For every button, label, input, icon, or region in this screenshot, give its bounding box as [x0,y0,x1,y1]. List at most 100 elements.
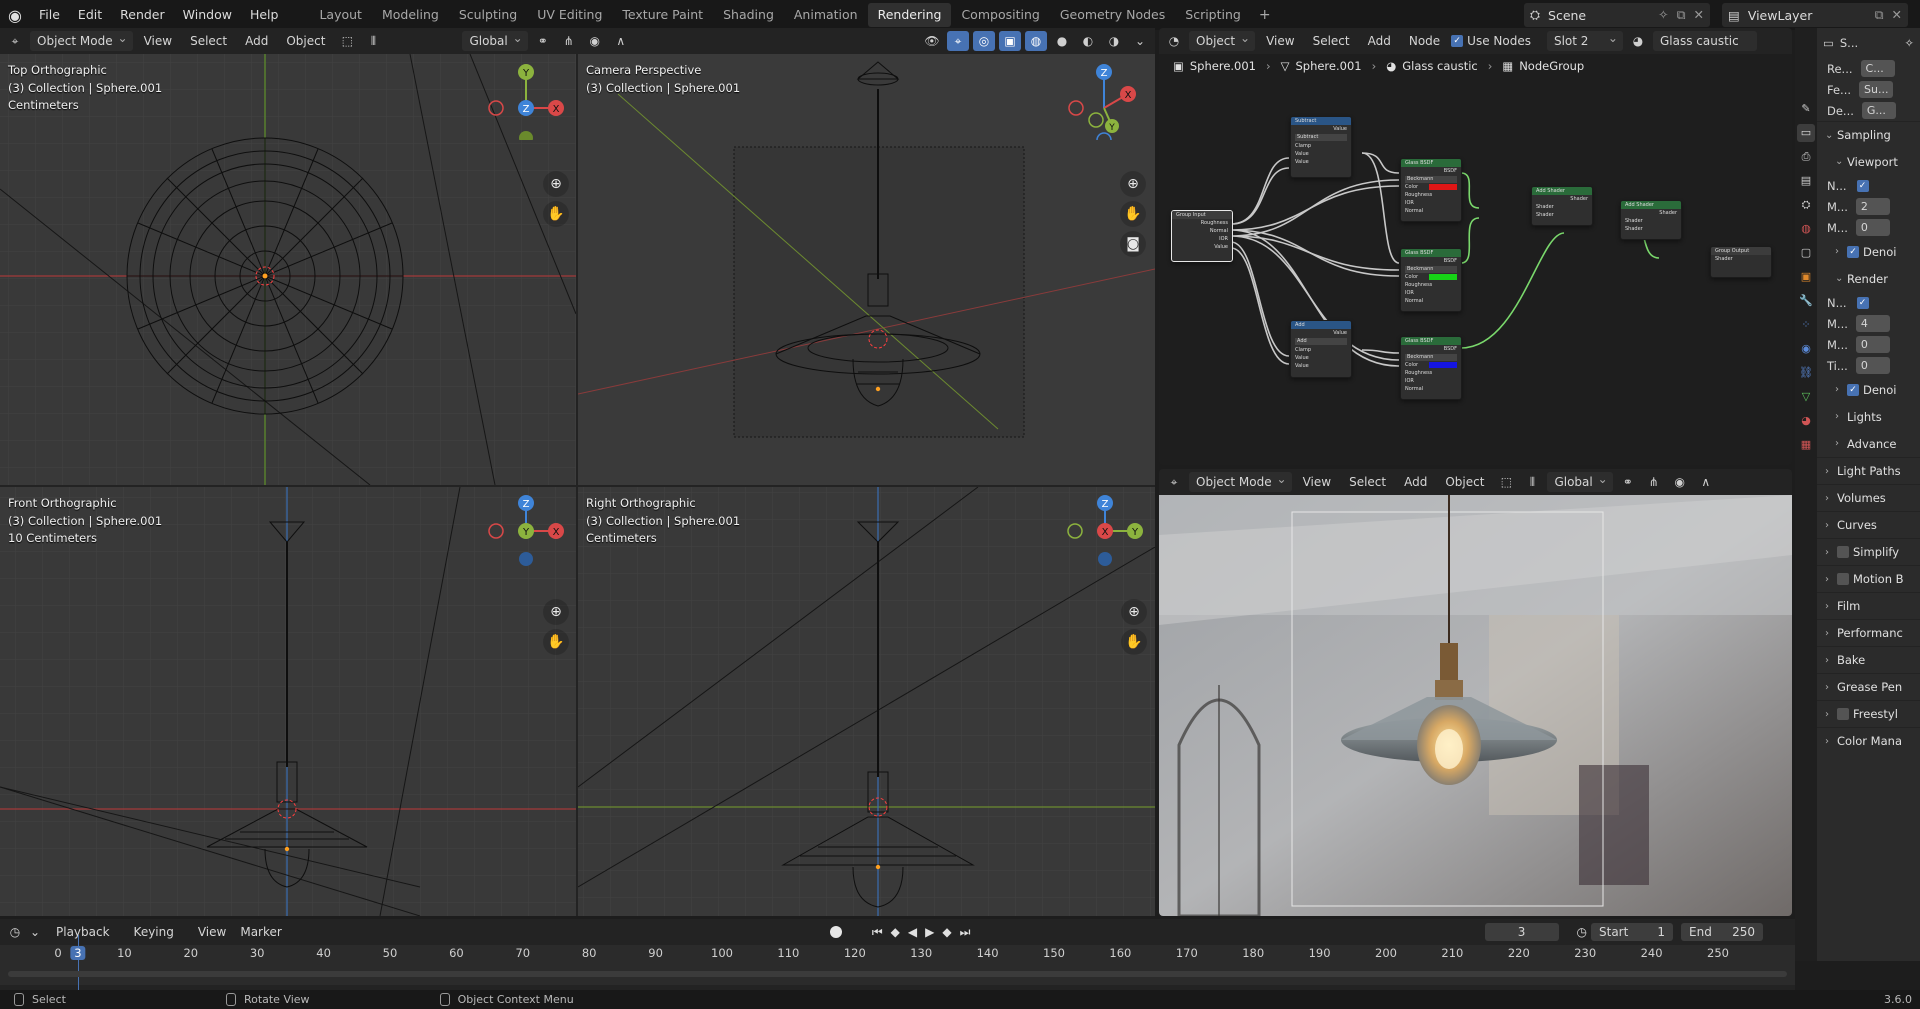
subpanel-denoise-render[interactable]: › ✓ Denoi [1817,376,1920,403]
freestyle-checkbox[interactable] [1837,708,1849,720]
pan-hand-icon[interactable]: ✋ [1120,201,1146,227]
menu-keying[interactable]: Keying [134,925,194,939]
navigation-gizmo[interactable]: Z Y X [1065,491,1145,571]
menu-object[interactable]: Object [1438,472,1491,492]
zoom-icon[interactable]: ⊕ [543,171,569,197]
pan-hand-icon[interactable]: ✋ [1121,629,1147,655]
pivot-icon[interactable]: ⚭ [532,31,554,51]
menu-playback[interactable]: Playback [48,925,130,939]
noise-threshold-checkbox[interactable]: ✓ [1856,179,1869,192]
breadcrumb-mesh[interactable]: Sphere.001 [1295,59,1361,73]
pin-icon[interactable]: ✧ [1658,7,1668,23]
menu-add[interactable]: Add [238,31,275,51]
material-name-field[interactable]: Glass caustic [1652,31,1757,51]
menu-render[interactable]: Render [111,0,174,30]
node-group-output[interactable]: Group Output Shader [1710,246,1772,278]
panel-simplify[interactable]: › Simplify [1817,538,1920,565]
snap-icon[interactable]: ⫴ [362,31,384,51]
subpanel-advanced[interactable]: › Advance [1817,430,1920,457]
transform-icon[interactable]: ⬚ [336,31,358,51]
data-tab-icon[interactable]: ▽ [1797,388,1815,406]
min-samples-field[interactable]: 0 [1855,219,1890,236]
simplify-checkbox[interactable] [1837,546,1849,558]
navigation-gizmo[interactable]: Z X Y [1064,60,1144,140]
tab-scripting[interactable]: Scripting [1175,3,1251,27]
tool-tab-icon[interactable]: ✎ [1797,100,1815,118]
snapping-icon[interactable]: ⋔ [558,31,580,51]
rendered-viewport-editor[interactable]: ⌖ Object Mode View Select Add Object ⬚ ⫴… [1159,469,1792,916]
proportional-icon[interactable]: ◉ [584,31,606,51]
tab-rendering[interactable]: Rendering [867,3,952,27]
physics-tab-icon[interactable]: ◉ [1797,340,1815,358]
node-add-shader-2[interactable]: Add Shader Shader Shader Shader [1620,200,1682,240]
color-swatch[interactable] [1429,362,1457,368]
clamp-checkbox[interactable]: Clamp [1291,142,1351,150]
overlay-icon[interactable]: ◎ [973,31,995,51]
menu-help[interactable]: Help [241,0,288,30]
record-icon[interactable] [829,926,842,938]
collection-tab-icon[interactable]: ▢ [1797,244,1815,262]
prev-keyframe-icon[interactable]: ◆ [891,925,900,940]
texture-tab-icon[interactable]: ▦ [1797,436,1815,454]
min-samples-field[interactable]: 0 [1855,336,1890,353]
zoom-icon[interactable]: ⊕ [543,599,569,625]
tab-texture-paint[interactable]: Texture Paint [612,3,713,27]
node-glass-bsdf-red[interactable]: Glass BSDF BSDF Beckmann Color Roughness… [1400,158,1462,222]
tab-shading[interactable]: Shading [713,3,784,27]
viewlayer-selector[interactable]: ▤ ViewLayer ⧉ ✕ [1722,3,1908,27]
panel-volumes[interactable]: › Volumes [1817,484,1920,511]
camera-view-icon[interactable]: ◙ [1120,231,1146,257]
operation-dropdown[interactable]: Subtract [1295,134,1347,141]
clock-icon[interactable]: ◷ [1577,925,1587,939]
render-engine-dropdown[interactable]: C... [1860,60,1895,77]
tab-modeling[interactable]: Modeling [372,3,449,27]
zoom-icon[interactable]: ⊕ [1121,599,1147,625]
breadcrumb-material[interactable]: Glass caustic [1402,59,1477,73]
chevron-down-icon[interactable]: ⌄ [30,925,44,939]
menu-select[interactable]: Select [1342,472,1393,492]
jump-start-icon[interactable]: ⏮ [872,925,883,940]
subpanel-render[interactable]: ⌄ Render [1817,265,1920,292]
tab-compositing[interactable]: Compositing [951,3,1049,27]
scene-tab-icon[interactable]: ⛭ [1797,196,1815,214]
object-type-dropdown[interactable]: Object [1189,28,1256,51]
panel-color-management[interactable]: › Color Mana [1817,727,1920,754]
menu-view[interactable]: View [1296,472,1338,492]
navigation-gizmo[interactable]: Y X Z [486,60,566,140]
jump-end-icon[interactable]: ⏭ [960,925,971,940]
tab-geometry-nodes[interactable]: Geometry Nodes [1050,3,1175,27]
menu-window[interactable]: Window [174,0,241,30]
xray-icon[interactable]: ▣ [999,31,1021,51]
menu-marker[interactable]: Marker [240,925,291,939]
copy-icon[interactable]: ⧉ [1677,7,1686,23]
distribution-dropdown[interactable]: Beckmann [1405,266,1457,273]
orientation-dropdown[interactable]: Global [1547,469,1613,492]
panel-freestyle[interactable]: › Freestyl [1817,700,1920,727]
noise-threshold-checkbox[interactable]: ✓ [1856,296,1869,309]
transform-icon[interactable]: ⬚ [1495,472,1517,492]
object-mode-dropdown[interactable]: Object Mode [1189,469,1292,492]
tab-layout[interactable]: Layout [309,3,372,27]
slot-dropdown[interactable]: Slot 2 [1546,28,1623,51]
close-icon[interactable]: ✕ [1694,7,1704,23]
menu-select[interactable]: Select [183,31,234,51]
tab-uv-editing[interactable]: UV Editing [527,3,612,27]
tab-sculpting[interactable]: Sculpting [449,3,527,27]
feature-set-dropdown[interactable]: Su... [1859,81,1894,98]
pin-icon[interactable]: ✧ [1904,36,1914,50]
node-add-shader-1[interactable]: Add Shader Shader Shader Shader [1531,186,1593,226]
clamp-checkbox[interactable]: Clamp [1291,346,1351,354]
subpanel-denoise-viewport[interactable]: › ✓ Denoi [1817,238,1920,265]
editor-type-icon[interactable]: ⌖ [1163,472,1185,492]
shading-options-icon[interactable]: ⌄ [1129,31,1151,51]
object-tab-icon[interactable]: ▣ [1797,268,1815,286]
zoom-icon[interactable]: ⊕ [1120,171,1146,197]
constraints-tab-icon[interactable]: ⛓ [1797,364,1815,382]
distribution-dropdown[interactable]: Beckmann [1405,176,1457,183]
color-swatch[interactable] [1429,274,1457,280]
current-frame-field[interactable]: 3 [1484,923,1559,941]
menu-add[interactable]: Add [1397,472,1434,492]
close-icon[interactable]: ✕ [1892,7,1902,23]
material-shading-icon[interactable]: ◐ [1077,31,1099,51]
operation-dropdown[interactable]: Add [1295,338,1347,345]
